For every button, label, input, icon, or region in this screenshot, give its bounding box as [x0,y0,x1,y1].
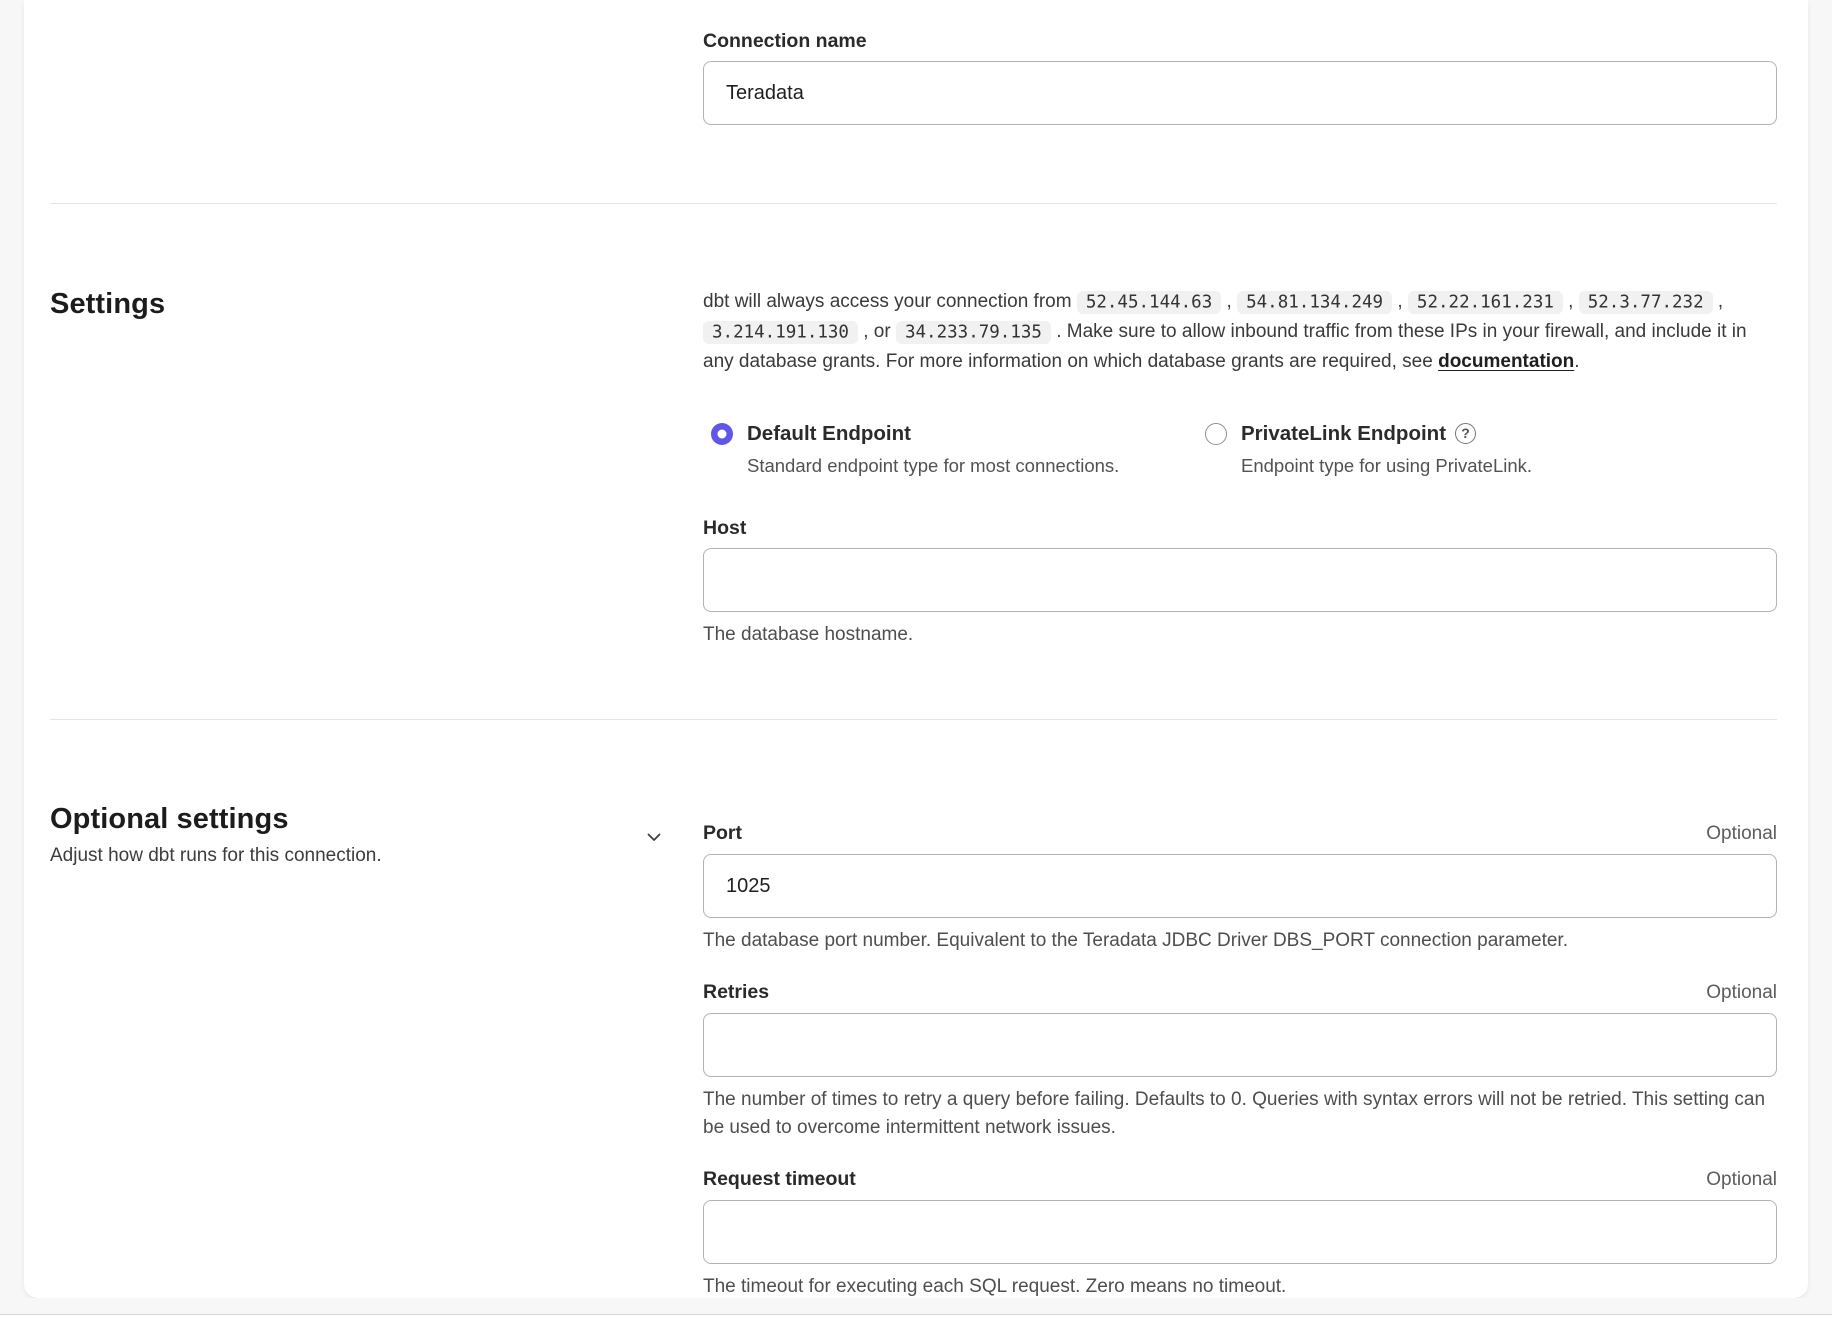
optional-settings-section: Optional settings Adjust how dbt runs fo… [50,720,1777,1298]
optional-settings-heading: Optional settings [50,802,382,836]
page-bottom-gap [0,1298,1832,1314]
documentation-link[interactable]: documentation [1438,351,1574,372]
optional-badge: Optional [1706,1169,1777,1191]
ip-address-badge: 3.214.191.130 [703,321,858,344]
default-endpoint-option[interactable]: Default Endpoint Standard endpoint type … [711,420,1205,479]
settings-intro-text: dbt will always access your connection f… [703,287,1777,376]
connection-name-section: Connection name [50,0,1777,203]
connection-name-left-spacer [50,30,703,125]
optional-badge: Optional [1706,982,1777,1004]
collapse-section-button[interactable] [643,826,665,848]
intro-text: , [1713,291,1724,312]
host-helper-text: The database hostname. [703,621,1777,649]
port-label: Port [703,822,742,844]
host-label: Host [703,517,1777,539]
radio-selected-icon[interactable] [711,423,733,445]
retries-label: Retries [703,981,769,1003]
retries-input[interactable] [703,1013,1777,1077]
intro-text: . [1574,351,1579,372]
ip-address-badge: 52.3.77.232 [1579,291,1713,314]
host-input[interactable] [703,548,1777,612]
default-endpoint-label: Default Endpoint [747,420,1119,448]
settings-card: Connection name Settings dbt will always… [24,0,1808,1298]
port-field: Port Optional The database port number. … [703,822,1777,955]
help-icon[interactable]: ? [1455,423,1476,444]
intro-text: dbt will always access your connection f… [703,291,1077,312]
settings-heading: Settings [50,287,703,321]
ip-address-badge: 34.233.79.135 [896,321,1051,344]
request-timeout-label: Request timeout [703,1168,856,1190]
privatelink-endpoint-option[interactable]: PrivateLink Endpoint? Endpoint type for … [1205,420,1532,479]
intro-text: , [1392,291,1408,312]
ip-address-badge: 52.22.161.231 [1408,291,1563,314]
privatelink-endpoint-label: PrivateLink Endpoint? [1241,420,1532,448]
retries-helper-text: The number of times to retry a query bef… [703,1086,1777,1142]
intro-text: , or [858,321,896,342]
connection-name-input[interactable] [703,61,1777,125]
privatelink-endpoint-description: Endpoint type for using PrivateLink. [1241,453,1532,479]
optional-badge: Optional [1706,823,1777,845]
settings-section: Settings dbt will always access your con… [50,204,1777,719]
ip-address-badge: 52.45.144.63 [1077,291,1221,314]
request-timeout-input[interactable] [703,1200,1777,1264]
request-timeout-helper-text: The timeout for executing each SQL reque… [703,1273,1777,1298]
retries-field: Retries Optional The number of times to … [703,981,1777,1142]
ip-address-badge: 54.81.134.249 [1237,291,1392,314]
optional-settings-subtitle: Adjust how dbt runs for this connection. [50,843,382,869]
intro-text: , [1563,291,1579,312]
port-input[interactable] [703,854,1777,918]
request-timeout-field: Request timeout Optional The timeout for… [703,1168,1777,1298]
chevron-down-icon [643,826,665,848]
intro-text: , [1221,291,1237,312]
port-helper-text: The database port number. Equivalent to … [703,927,1777,955]
connection-name-label: Connection name [703,30,1777,52]
radio-unselected-icon[interactable] [1205,423,1227,445]
endpoint-radio-group: Default Endpoint Standard endpoint type … [703,420,1777,479]
footer-top-edge [0,1314,1832,1324]
host-field: Host The database hostname. [703,517,1777,649]
default-endpoint-description: Standard endpoint type for most connecti… [747,453,1119,479]
connection-settings-page: Connection name Settings dbt will always… [0,0,1832,1324]
